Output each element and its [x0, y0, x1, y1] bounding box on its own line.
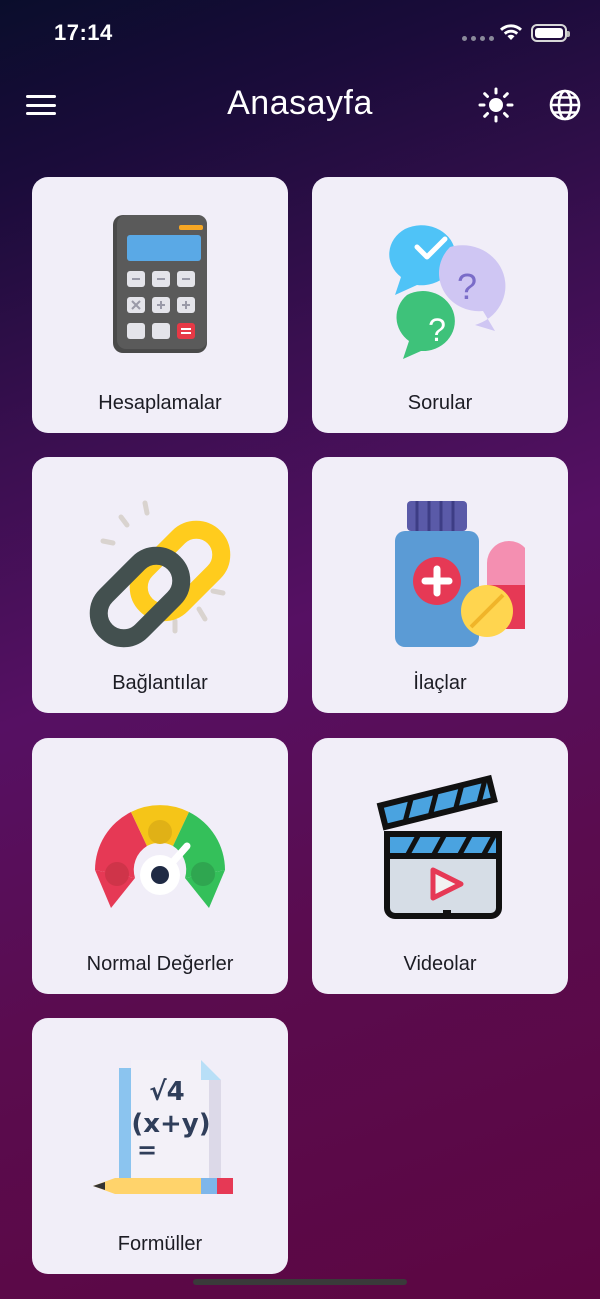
svg-text:?: ?: [457, 266, 477, 307]
card-label: Hesaplamalar: [98, 392, 222, 414]
card-label: Formüller: [117, 1233, 203, 1255]
card-label: Bağlantılar: [112, 672, 208, 694]
svg-text:?: ?: [428, 312, 446, 348]
svg-text:√4: √4: [149, 1077, 184, 1107]
calculator-icon: [113, 215, 207, 353]
card-label: Normal Değerler: [86, 953, 234, 975]
medicine-bottle-icon: [395, 501, 525, 647]
card-questions[interactable]: ? ? Sorular: [312, 177, 568, 433]
formula-paper-icon: √4 (x+y) =: [93, 1060, 233, 1194]
home-indicator[interactable]: [193, 1279, 407, 1285]
gauge-meter-icon: [95, 805, 225, 908]
card-formulas[interactable]: √4 (x+y) = Formüller: [32, 1018, 288, 1274]
card-calculations[interactable]: Hesaplamalar: [32, 177, 288, 433]
card-label: Sorular: [407, 392, 473, 414]
status-time: 17:14: [54, 20, 113, 45]
battery-icon: [531, 24, 570, 42]
card-drugs[interactable]: İlaçlar: [312, 457, 568, 713]
card-videos[interactable]: Videolar: [312, 738, 568, 994]
app-bar: Anasayfa: [0, 72, 600, 138]
status-bar: 17:14: [0, 0, 600, 64]
card-normal-values[interactable]: Normal Değerler: [32, 738, 288, 994]
sun-icon[interactable]: [478, 87, 514, 123]
card-links[interactable]: Bağlantılar: [32, 457, 288, 713]
svg-text:(x+y): (x+y): [131, 1109, 210, 1139]
svg-text:=: =: [137, 1136, 157, 1164]
globe-icon[interactable]: [548, 88, 582, 122]
clapperboard-icon: [376, 774, 502, 919]
question-bubbles-icon: ? ?: [389, 225, 506, 359]
card-label: İlaçlar: [413, 672, 467, 694]
cellular-signal-icon: [462, 36, 494, 41]
chain-link-icon: [89, 500, 231, 648]
wifi-icon: [500, 24, 522, 40]
card-label: Videolar: [403, 953, 477, 975]
